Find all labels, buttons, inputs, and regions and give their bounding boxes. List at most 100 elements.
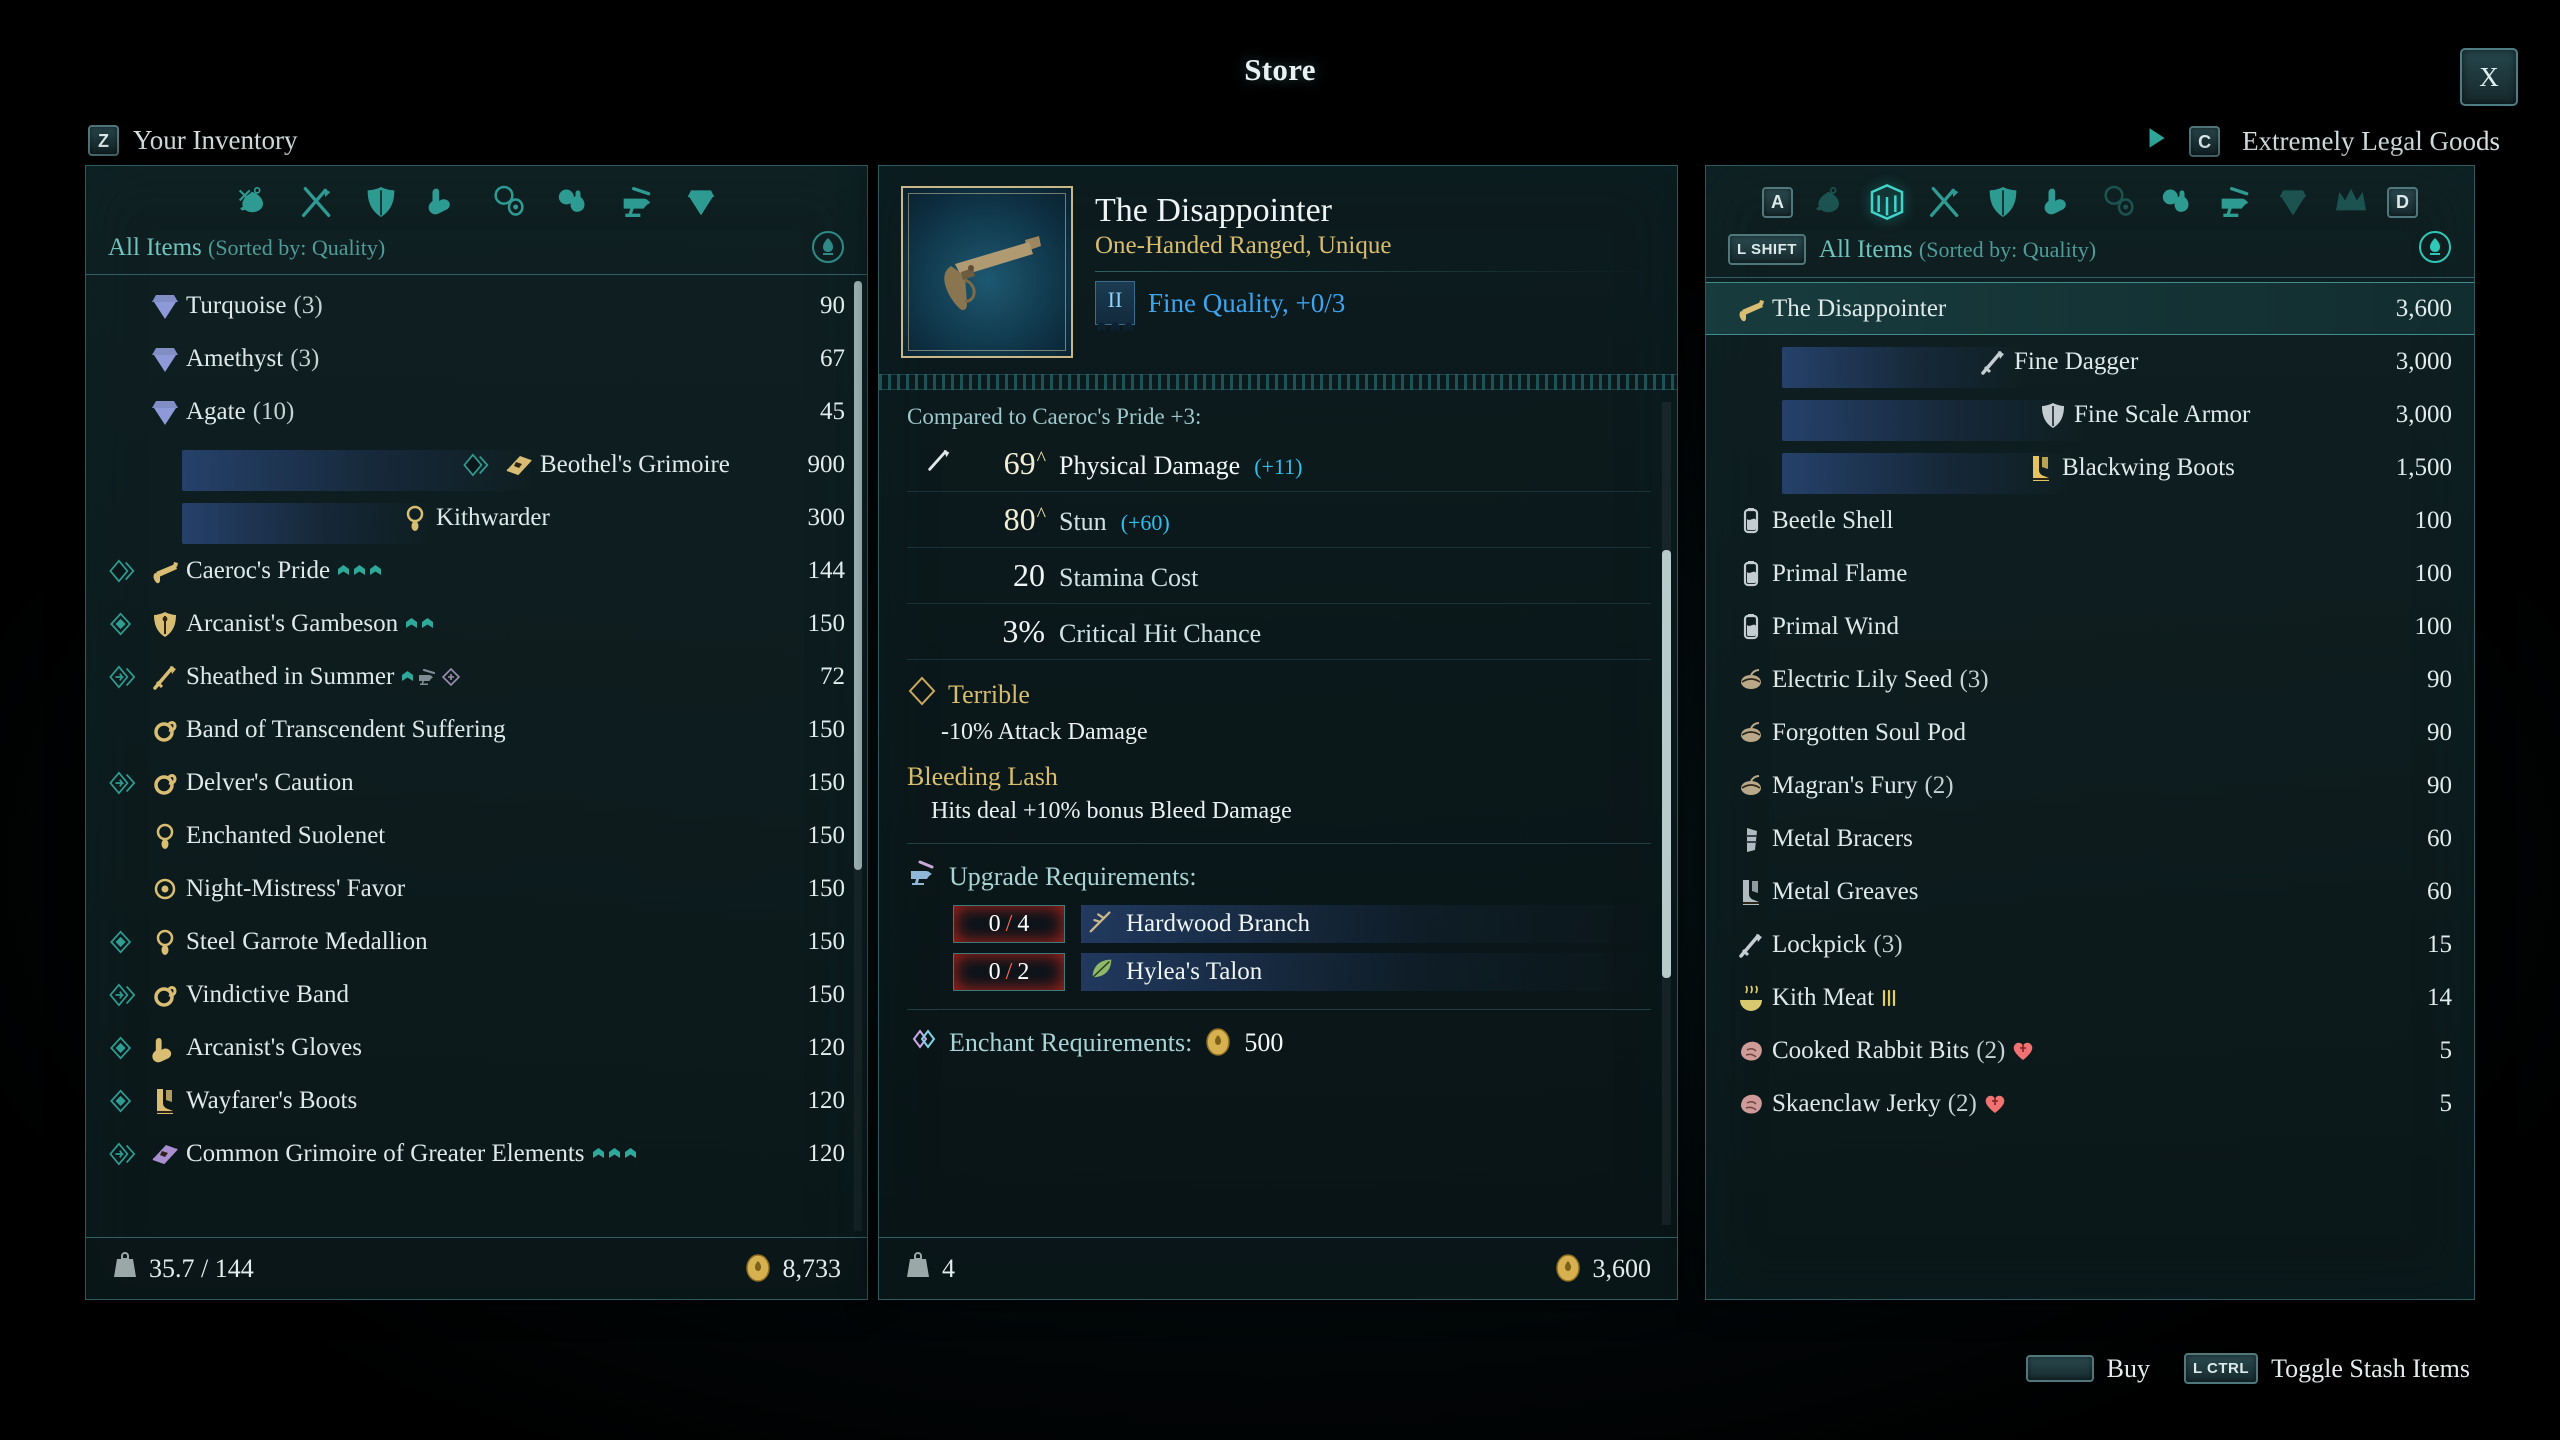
category-stash-icon[interactable] xyxy=(1865,180,1909,224)
store-category-strip: A D xyxy=(1706,166,2474,230)
lctrl-key-icon[interactable]: L CTRL xyxy=(2184,1353,2259,1384)
armor-icon xyxy=(2032,400,2074,430)
seed-icon xyxy=(1730,665,1772,695)
inventory-item-row[interactable]: Night-Mistress' Favor 150 xyxy=(86,862,867,915)
category-loot-bag-icon[interactable] xyxy=(1807,180,1851,224)
inventory-scrollbar[interactable] xyxy=(854,281,862,1231)
store-item-row[interactable]: Metal Bracers 60 xyxy=(1706,812,2474,865)
store-item-row[interactable]: Primal Flame 100 xyxy=(1706,547,2474,600)
close-button[interactable]: X xyxy=(2460,48,2518,106)
inventory-item-row[interactable]: Steel Garrote Medallion 150 xyxy=(86,915,867,968)
detail-item-title: The Disappointer xyxy=(1095,192,1332,229)
store-item-row[interactable]: Beetle Shell 100 xyxy=(1706,494,2474,547)
store-item-row[interactable]: Skaenclaw Jerky (2) 5 xyxy=(1706,1077,2474,1130)
category-food-potion-icon[interactable] xyxy=(551,180,595,224)
category-gloves-boots-icon[interactable] xyxy=(423,180,467,224)
item-name: Electric Lily Seed (3) xyxy=(1772,665,1989,693)
inventory-hotkey[interactable]: Z xyxy=(88,125,119,156)
stat-label: Physical Damage xyxy=(1059,451,1241,480)
inventory-item-row[interactable]: Arcanist's Gambeson 150 xyxy=(86,597,867,650)
currency-icon xyxy=(744,1253,772,1284)
category-loot-bag-icon[interactable] xyxy=(231,180,275,224)
store-item-row[interactable]: Electric Lily Seed (3) 90 xyxy=(1706,653,2474,706)
hint-toggle-stash[interactable]: L CTRL Toggle Stash Items xyxy=(2184,1353,2470,1384)
charm-icon xyxy=(144,874,186,904)
ring-icon xyxy=(144,980,186,1010)
category-armor-icon[interactable] xyxy=(359,180,403,224)
inventory-item-row[interactable]: Enchanted Suolenet 150 xyxy=(86,809,867,862)
store-filter-hotkey[interactable]: L SHIFT xyxy=(1728,234,1806,265)
store-item-row[interactable]: Metal Greaves 60 xyxy=(1706,865,2474,918)
category-armor-icon[interactable] xyxy=(1981,180,2025,224)
inventory-item-list[interactable]: Turquoise (3) 90 Amethyst (3) 67 Agate (10) 4… xyxy=(86,275,867,1237)
item-value: 144 xyxy=(807,556,846,584)
trait-description: Hits deal +10% bonus Bleed Damage xyxy=(931,798,1292,824)
inventory-item-row[interactable]: Sheathed in Summer 72 xyxy=(86,650,867,703)
item-detail-panel: The Disappointer One-Handed Ranged, Uniq… xyxy=(878,165,1678,1300)
inventory-item-row[interactable]: Vindictive Band 150 xyxy=(86,968,867,1021)
gem-icon xyxy=(144,291,186,321)
inventory-item-row[interactable]: Amethyst (3) 67 xyxy=(86,332,867,385)
category-gloves-boots-icon[interactable] xyxy=(2039,180,2083,224)
space-key-icon[interactable] xyxy=(2025,1355,2094,1382)
store-item-row[interactable]: The Disappointer 3,600 xyxy=(1706,282,2474,335)
store-item-row[interactable]: Blackwing Boots 1,500 xyxy=(1706,441,2474,494)
category-gem-icon[interactable] xyxy=(2271,180,2315,224)
category-crown-icon[interactable] xyxy=(2329,180,2373,224)
inventory-filter-row[interactable]: All Items (Sorted by: Quality) xyxy=(86,230,867,275)
stat-delta: (+11) xyxy=(1254,454,1303,479)
inventory-item-row[interactable]: Kithwarder 300 xyxy=(86,491,867,544)
item-name: The Disappointer xyxy=(1772,294,1947,322)
ring-icon xyxy=(144,768,186,798)
inventory-panel: All Items (Sorted by: Quality) Turquoise… xyxy=(85,165,868,1300)
category-weapons-icon[interactable] xyxy=(1923,180,1967,224)
category-jewelry-icon[interactable] xyxy=(487,180,531,224)
store-hotkey[interactable]: C xyxy=(2189,126,2221,157)
hint-buy[interactable]: Buy xyxy=(2025,1354,2150,1384)
inventory-item-row[interactable]: Caeroc's Pride 144 xyxy=(86,544,867,597)
inventory-item-row[interactable]: Delver's Caution 150 xyxy=(86,756,867,809)
comparison-label: Compared to Caeroc's Pride +3: xyxy=(907,404,1202,429)
category-gem-icon[interactable] xyxy=(679,180,723,224)
next-vendor-arrow-icon[interactable] xyxy=(2143,125,2169,158)
inventory-item-row[interactable]: Band of Transcendent Suffering 150 xyxy=(86,703,867,756)
inventory-item-row[interactable]: Wayfarer's Boots 120 xyxy=(86,1074,867,1127)
inventory-item-row[interactable]: Turquoise (3) 90 xyxy=(86,279,867,332)
category-jewelry-icon[interactable] xyxy=(2097,180,2141,224)
store-item-row[interactable]: Fine Dagger 3,000 xyxy=(1706,335,2474,388)
inventory-item-row[interactable]: Agate (10) 45 xyxy=(86,385,867,438)
item-price: 100 xyxy=(2414,559,2453,587)
detail-footer: 4 3,600 xyxy=(879,1237,1677,1299)
category-weapons-icon[interactable] xyxy=(295,180,339,224)
store-next-category-key[interactable]: D xyxy=(2387,186,2418,218)
diamond-icon xyxy=(907,676,937,713)
store-item-list[interactable]: The Disappointer 3,600 Fine Dagger 3,000 Fin… xyxy=(1706,278,2474,1299)
store-item-row[interactable]: Fine Scale Armor 3,000 xyxy=(1706,388,2474,441)
rarity-icon xyxy=(104,928,144,956)
bracer-icon xyxy=(1730,824,1772,854)
store-filter-row[interactable]: L SHIFT All Items (Sorted by: Quality) xyxy=(1706,230,2474,278)
branch-icon xyxy=(1087,907,1115,942)
detail-scrollbar[interactable] xyxy=(1662,402,1671,1225)
store-item-row[interactable]: Cooked Rabbit Bits (2) 5 xyxy=(1706,1024,2474,1077)
inventory-item-row[interactable]: Arcanist's Gloves 120 xyxy=(86,1021,867,1074)
store-item-row[interactable]: Primal Wind 100 xyxy=(1706,600,2474,653)
category-food-potion-icon[interactable] xyxy=(2155,180,2199,224)
category-anvil-icon[interactable] xyxy=(2213,180,2257,224)
category-anvil-icon[interactable] xyxy=(615,180,659,224)
rarity-icon xyxy=(104,610,144,638)
store-item-row[interactable]: Magran's Fury (2) 90 xyxy=(1706,759,2474,812)
store-item-row[interactable]: Lockpick (3) 15 xyxy=(1706,918,2474,971)
inventory-item-row[interactable]: Beothel's Grimoire 900 xyxy=(86,438,867,491)
inventory-header: Z Your Inventory xyxy=(88,125,298,156)
store-prev-category-key[interactable]: A xyxy=(1762,186,1793,218)
inventory-item-row[interactable]: Common Grimoire of Greater Elements 120 xyxy=(86,1127,867,1180)
detail-body[interactable]: Compared to Caeroc's Pride +3: 69^ Physic… xyxy=(879,390,1677,1237)
store-item-row[interactable]: Kith Meat 14 xyxy=(1706,971,2474,1024)
meal-icon xyxy=(1730,983,1772,1013)
store-item-row[interactable]: Forgotten Soul Pod 90 xyxy=(1706,706,2474,759)
page-title: Store xyxy=(1244,52,1316,87)
pistol-icon xyxy=(944,236,1041,311)
rarity-icon xyxy=(458,451,498,479)
rarity-icon xyxy=(104,769,144,797)
